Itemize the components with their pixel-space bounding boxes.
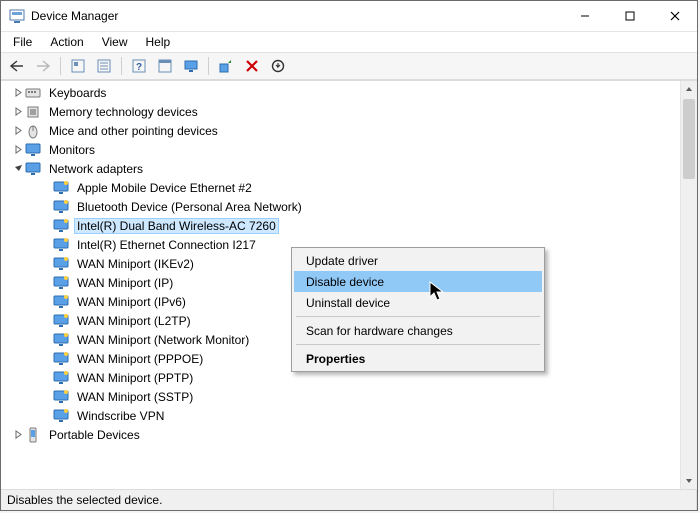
device-icon (53, 199, 69, 215)
tree-item-label: WAN Miniport (IPv6) (74, 294, 189, 310)
details-icon[interactable] (153, 54, 177, 78)
scroll-thumb[interactable] (683, 99, 695, 179)
tree-item-label: Bluetooth Device (Personal Area Network) (74, 199, 305, 215)
tree-category[interactable]: Mice and other pointing devices (1, 121, 681, 140)
properties-icon[interactable] (92, 54, 116, 78)
tree-category[interactable]: Keyboards (1, 83, 681, 102)
tree-device[interactable]: WAN Miniport (SSTP) (1, 387, 681, 406)
device-icon (53, 275, 69, 291)
device-icon (53, 313, 69, 329)
expand-toggle-icon[interactable] (11, 145, 25, 154)
context-menu: Update driver Disable device Uninstall d… (291, 247, 545, 372)
tree-item-label: Keyboards (46, 85, 109, 101)
device-icon (53, 294, 69, 310)
scan-icon[interactable] (214, 54, 238, 78)
expand-toggle-icon[interactable] (11, 430, 25, 439)
device-icon (53, 389, 69, 405)
tree-item-label: WAN Miniport (PPPOE) (74, 351, 206, 367)
menu-file[interactable]: File (5, 34, 40, 50)
computer-icon[interactable] (179, 54, 203, 78)
app-icon (9, 8, 25, 24)
expand-toggle-icon[interactable] (11, 126, 25, 135)
show-hidden-icon[interactable] (66, 54, 90, 78)
tree-item-label: Windscribe VPN (74, 408, 167, 424)
device-icon (53, 237, 69, 253)
tree-item-label: WAN Miniport (IP) (74, 275, 176, 291)
forward-icon[interactable] (31, 54, 55, 78)
ctx-properties[interactable]: Properties (294, 348, 542, 369)
status-spacer (554, 490, 697, 510)
tree-device[interactable]: Bluetooth Device (Personal Area Network) (1, 197, 681, 216)
device-icon (53, 351, 69, 367)
device-icon (25, 427, 41, 443)
menu-help[interactable]: Help (138, 34, 179, 50)
device-manager-window: Device Manager File Action View Help (0, 0, 698, 511)
close-button[interactable] (652, 1, 697, 31)
tree-category-expanded[interactable]: Network adapters (1, 159, 681, 178)
scroll-up-icon[interactable] (681, 81, 697, 97)
device-icon (53, 218, 69, 234)
minimize-button[interactable] (562, 1, 607, 31)
tree-item-label: WAN Miniport (SSTP) (74, 389, 196, 405)
device-icon (25, 142, 41, 158)
device-icon (53, 332, 69, 348)
tree-item-label: Intel(R) Dual Band Wireless-AC 7260 (74, 218, 279, 234)
vertical-scrollbar[interactable] (680, 81, 697, 489)
tree-category[interactable]: Portable Devices (1, 425, 681, 444)
toolbar: ? (1, 52, 697, 80)
expand-toggle-icon[interactable] (11, 164, 25, 173)
tree-item-label: Portable Devices (46, 427, 143, 443)
disable-icon[interactable] (240, 54, 264, 78)
device-icon (25, 123, 41, 139)
maximize-button[interactable] (607, 1, 652, 31)
tree-item-label: Apple Mobile Device Ethernet #2 (74, 180, 255, 196)
tree-item-label: WAN Miniport (PPTP) (74, 370, 196, 386)
device-icon (53, 370, 69, 386)
tree-item-label: WAN Miniport (IKEv2) (74, 256, 197, 272)
window-title: Device Manager (31, 9, 118, 23)
tree-device[interactable]: Intel(R) Dual Band Wireless-AC 7260 (1, 216, 681, 235)
tree-item-label: Monitors (46, 142, 98, 158)
expand-toggle-icon[interactable] (11, 88, 25, 97)
tree-device[interactable]: Windscribe VPN (1, 406, 681, 425)
tree-item-label: Network adapters (46, 161, 146, 177)
scroll-down-icon[interactable] (681, 473, 697, 489)
expand-toggle-icon[interactable] (11, 107, 25, 116)
menu-view[interactable]: View (94, 34, 136, 50)
help-icon[interactable]: ? (127, 54, 151, 78)
ctx-divider (296, 316, 540, 317)
tree-item-label: WAN Miniport (Network Monitor) (74, 332, 252, 348)
device-icon (25, 85, 41, 101)
ctx-uninstall-device[interactable]: Uninstall device (294, 292, 542, 313)
tree-item-label: Mice and other pointing devices (46, 123, 221, 139)
svg-text:?: ? (136, 62, 142, 73)
uninstall-icon[interactable] (266, 54, 290, 78)
status-bar: Disables the selected device. (1, 489, 697, 510)
device-icon (53, 256, 69, 272)
tree-device[interactable]: Apple Mobile Device Ethernet #2 (1, 178, 681, 197)
ctx-update-driver[interactable]: Update driver (294, 250, 542, 271)
tree-category[interactable]: Memory technology devices (1, 102, 681, 121)
menubar: File Action View Help (1, 32, 697, 52)
titlebar: Device Manager (1, 1, 697, 32)
ctx-divider (296, 344, 540, 345)
back-icon[interactable] (5, 54, 29, 78)
menu-action[interactable]: Action (42, 34, 91, 50)
status-text: Disables the selected device. (1, 490, 554, 510)
cursor-icon (429, 281, 447, 306)
ctx-scan-hardware[interactable]: Scan for hardware changes (294, 320, 542, 341)
tree-category[interactable]: Monitors (1, 140, 681, 159)
device-icon (53, 180, 69, 196)
device-icon (25, 161, 41, 177)
device-icon (53, 408, 69, 424)
ctx-disable-device[interactable]: Disable device (294, 271, 542, 292)
tree-item-label: WAN Miniport (L2TP) (74, 313, 194, 329)
device-icon (25, 104, 41, 120)
tree-item-label: Intel(R) Ethernet Connection I217 (74, 237, 259, 253)
tree-item-label: Memory technology devices (46, 104, 201, 120)
